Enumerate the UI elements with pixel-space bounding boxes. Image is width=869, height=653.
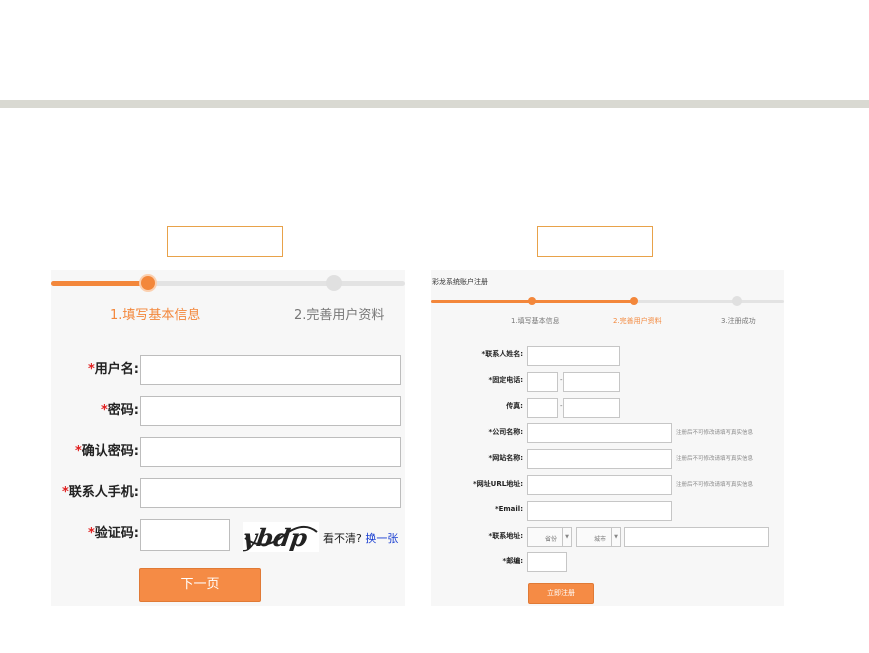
step-1-label: 1.填写基本信息 xyxy=(511,317,560,325)
password-label: *密码: xyxy=(100,403,139,418)
captcha-help: 看不清? 换一张 xyxy=(323,530,398,546)
company-input[interactable] xyxy=(527,423,672,443)
basic-info-form: 1.填写基本信息 2.完善用户资料 *用户名: *密码: *确认密码: *联系人… xyxy=(51,270,405,606)
contact-name-input[interactable] xyxy=(527,346,620,366)
company-hint: 注册后不可修改请填写真实信息 xyxy=(676,430,754,436)
captcha-image[interactable]: ybdp xyxy=(243,522,319,552)
fax-label: 传真: xyxy=(506,402,523,410)
site-url-hint: 注册后不可修改请填写真实信息 xyxy=(676,482,754,488)
postcode-input[interactable] xyxy=(527,552,567,572)
contact-name-label: *联系人姓名: xyxy=(481,350,523,358)
city-select-value: 城市 xyxy=(593,536,606,543)
city-select[interactable]: 城市 ▼ xyxy=(576,527,621,547)
phone-number-input[interactable] xyxy=(563,372,620,392)
captcha-input[interactable] xyxy=(140,519,230,551)
step-1-label: 1.填写基本信息 xyxy=(110,308,201,323)
site-url-input[interactable] xyxy=(527,475,672,495)
step-2-dot xyxy=(326,275,342,291)
contact-phone-input[interactable] xyxy=(140,478,401,508)
form-title: 彩龙系统账户注册 xyxy=(432,278,488,286)
top-divider-bar xyxy=(0,100,869,108)
address-label: *联系地址: xyxy=(488,532,523,540)
step-3-dot xyxy=(732,296,742,306)
site-name-label: *网站名称: xyxy=(488,454,523,462)
next-page-button[interactable]: 下一页 xyxy=(139,568,261,602)
step-2-label: 2.完善用户资料 xyxy=(294,308,385,323)
password-input[interactable] xyxy=(140,396,401,426)
captcha-label: *验证码: xyxy=(87,526,139,541)
progress-fill xyxy=(51,281,148,286)
left-caption-box xyxy=(167,226,283,257)
site-name-input[interactable] xyxy=(527,449,672,469)
email-input[interactable] xyxy=(527,501,672,521)
username-input[interactable] xyxy=(140,355,401,385)
province-select[interactable]: 省份 ▼ xyxy=(527,527,572,547)
register-now-button[interactable]: 立即注册 xyxy=(528,583,594,604)
captcha-refresh-link[interactable]: 换一张 xyxy=(365,532,398,545)
step-3-label: 3.注册成功 xyxy=(721,317,756,325)
site-name-hint: 注册后不可修改请填写真实信息 xyxy=(676,456,754,462)
phone-label: *固定电话: xyxy=(488,376,523,384)
company-label: *公司名称: xyxy=(488,428,523,436)
user-profile-form: 彩龙系统账户注册 1.填写基本信息 2.完善用户资料 3.注册成功 *联系人姓名… xyxy=(431,270,784,606)
step-2-label: 2.完善用户资料 xyxy=(613,317,662,325)
step-1-dot xyxy=(528,297,536,305)
site-url-label: *网址URL地址: xyxy=(473,480,523,488)
province-select-value: 省份 xyxy=(544,536,557,543)
chevron-down-icon: ▼ xyxy=(611,528,620,546)
right-caption-box xyxy=(537,226,653,257)
step-1-dot xyxy=(141,276,155,290)
fax-number-input[interactable] xyxy=(563,398,620,418)
chevron-down-icon: ▼ xyxy=(562,528,571,546)
postcode-label: *邮编: xyxy=(502,557,523,565)
confirm-password-input[interactable] xyxy=(140,437,401,467)
step-2-dot xyxy=(630,297,638,305)
contact-phone-label: *联系人手机: xyxy=(61,485,139,500)
phone-area-code-input[interactable] xyxy=(527,372,558,392)
captcha-help-text: 看不清? xyxy=(323,532,362,545)
fax-area-code-input[interactable] xyxy=(527,398,558,418)
username-label: *用户名: xyxy=(87,362,139,377)
address-detail-input[interactable] xyxy=(624,527,769,547)
email-label: *Email: xyxy=(494,505,523,513)
confirm-password-label: *确认密码: xyxy=(74,444,139,459)
